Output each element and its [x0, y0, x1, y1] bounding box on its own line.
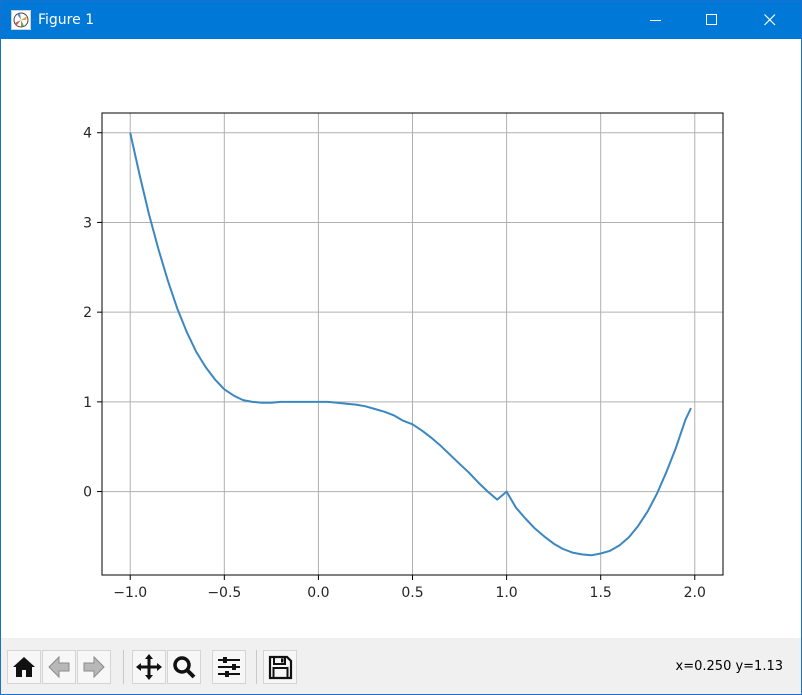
- pan-button[interactable]: [132, 650, 166, 684]
- back-arrow-icon: [42, 650, 76, 684]
- figure-canvas[interactable]: −1.0 −0.5 0.0 0.5 1.0 1.5 2.0 0 1 2 3 4: [1, 39, 801, 638]
- x-tick-label: 1.0: [495, 585, 517, 601]
- y-tick-label: 2: [83, 305, 92, 321]
- zoom-button[interactable]: [167, 650, 201, 684]
- navigation-toolbar: x=0.250 y=1.13: [1, 638, 801, 694]
- figure-window: Figure 1 −1.0 −0.5 0.0 0.5 1.0 1.5 2.0 0 1 2 3 4: [0, 0, 802, 695]
- y-tick-label: 1: [83, 395, 92, 411]
- y-tick-label: 3: [83, 215, 92, 231]
- cursor-coordinates: x=0.250 y=1.13: [675, 659, 783, 674]
- subplots-button[interactable]: [212, 650, 246, 684]
- grid-lines: [102, 113, 723, 575]
- tick-labels: −1.0 −0.5 0.0 0.5 1.0 1.5 2.0 0 1 2 3 4: [83, 126, 706, 601]
- x-tick-label: 0.0: [307, 585, 329, 601]
- window-title: Figure 1: [38, 12, 95, 28]
- close-button[interactable]: [747, 1, 793, 39]
- floppy-disk-icon: [263, 650, 297, 684]
- close-icon: [764, 14, 776, 26]
- title-bar[interactable]: Figure 1: [1, 1, 801, 39]
- maximize-icon: [706, 14, 717, 25]
- maximize-button[interactable]: [689, 1, 735, 39]
- x-tick-label: −0.5: [207, 585, 241, 601]
- back-button[interactable]: [42, 650, 76, 684]
- minimize-icon: [650, 20, 661, 21]
- x-tick-label: 1.5: [590, 585, 612, 601]
- line-chart: −1.0 −0.5 0.0 0.5 1.0 1.5 2.0 0 1 2 3 4: [83, 112, 724, 601]
- y-tick-label: 4: [83, 126, 92, 142]
- minimize-button[interactable]: [633, 1, 679, 39]
- forward-button[interactable]: [77, 650, 111, 684]
- home-icon: [7, 650, 41, 684]
- x-tick-label: −1.0: [113, 585, 147, 601]
- x-tick-label: 2.0: [684, 585, 706, 601]
- toolbar-separator: [123, 650, 124, 684]
- forward-arrow-icon: [77, 650, 111, 684]
- move-icon: [132, 650, 166, 684]
- y-tick-label: 0: [83, 485, 92, 501]
- toolbar-separator: [256, 650, 257, 684]
- tick-marks: [97, 132, 696, 580]
- x-tick-label: 0.5: [401, 585, 423, 601]
- matplotlib-figure-icon: [11, 10, 31, 30]
- save-button[interactable]: [263, 650, 297, 684]
- home-button[interactable]: [7, 650, 41, 684]
- sliders-icon: [212, 650, 246, 684]
- magnifier-icon: [167, 650, 201, 684]
